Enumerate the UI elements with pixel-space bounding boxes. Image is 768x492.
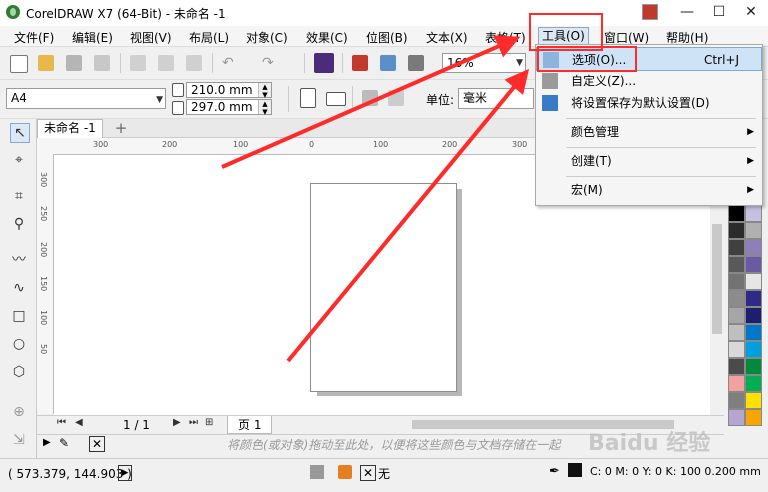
annotation-arrows: [221, 35, 530, 363]
arrow-to-options-item: [286, 68, 530, 363]
arrow-to-tools-menu: [221, 35, 521, 169]
